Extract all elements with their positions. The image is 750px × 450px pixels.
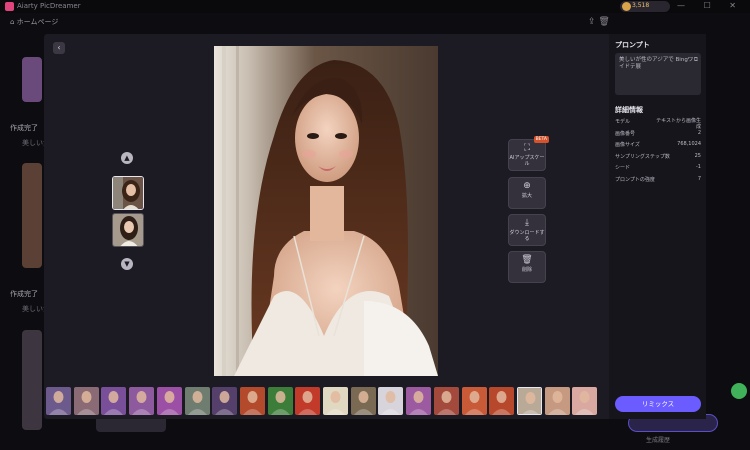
bg-history-link[interactable]: 生成履歴 — [646, 435, 670, 444]
prompt-box: 美しいが性のアジアで Bingワイドテ展 ⧉ — [615, 53, 701, 95]
filmstrip-thumbnail[interactable] — [433, 387, 459, 415]
prompt-heading: プロンプト — [615, 41, 650, 49]
ai-upscale-button[interactable]: BETA ⛶ AIアップスケール — [508, 136, 549, 171]
detail-value: 2 — [697, 129, 701, 136]
details-heading: 詳細情報 — [615, 106, 643, 114]
filmstrip-thumbnail[interactable] — [516, 387, 542, 415]
app-logo — [5, 2, 14, 11]
filmstrip — [44, 384, 606, 419]
details-panel: プロンプト 美しいが性のアジアで Bingワイドテ展 ⧉ 詳細情報 モデル テキス… — [609, 34, 706, 419]
filmstrip-thumbnail[interactable] — [267, 387, 293, 415]
beta-badge: BETA — [533, 136, 549, 143]
detail-row: シード -1 — [615, 164, 701, 174]
filmstrip-thumbnail[interactable] — [156, 387, 182, 415]
detail-row: 画像番号 2 — [615, 130, 701, 140]
next-image-button[interactable]: ▼ — [121, 258, 133, 270]
zoom-in-icon: ⊕ — [523, 181, 531, 191]
app-title: Aiarty PicDreamer — [17, 2, 81, 10]
filmstrip-thumbnail[interactable] — [129, 387, 155, 415]
detail-value: 7 — [697, 175, 701, 182]
detail-row: 画像サイズ 768,1024 — [615, 141, 701, 151]
filmstrip-thumbnail[interactable] — [295, 387, 321, 415]
detail-value: 768,1024 — [677, 141, 701, 147]
tray-icons[interactable]: ⇪ 🗑 — [588, 17, 610, 27]
detail-key: モデル — [615, 119, 631, 125]
variant-thumbnail-1[interactable] — [112, 176, 144, 210]
filmstrip-thumbnail[interactable] — [378, 387, 404, 415]
bg-card — [22, 163, 42, 268]
trash-icon: 🗑 — [521, 255, 533, 265]
detail-key: 画像サイズ — [615, 142, 640, 148]
bg-section-title: 作成完了 — [10, 290, 38, 298]
home-label: ホームページ — [16, 18, 59, 26]
filmstrip-thumbnail[interactable] — [46, 387, 71, 415]
bg-card — [22, 330, 42, 430]
detail-value: 25 — [694, 152, 701, 159]
credits-badge[interactable]: 3,518 — [620, 1, 670, 12]
filmstrip-thumbnail[interactable] — [323, 387, 348, 415]
filmstrip-thumbnail[interactable] — [184, 387, 210, 415]
remix-button[interactable]: リミックス — [615, 396, 701, 412]
previous-image-button[interactable]: ▲ — [121, 152, 133, 164]
detail-value: -1 — [696, 164, 701, 170]
assistant-float-button[interactable] — [731, 383, 747, 399]
prompt-text: 美しいが性のアジアで Bingワイドテ展 — [619, 57, 694, 70]
detail-key: プロンプトの強度 — [615, 176, 655, 183]
home-breadcrumb[interactable]: ⌂ ホームページ — [10, 17, 58, 27]
chevron-up-icon: ▲ — [124, 154, 130, 162]
copy-icon[interactable]: ⧉ — [694, 56, 698, 63]
tool-label: ダウンロードする — [509, 230, 545, 242]
back-button[interactable]: ‹ — [53, 42, 65, 54]
main-image — [214, 46, 438, 376]
filmstrip-thumbnail[interactable] — [406, 387, 432, 415]
zoom-button[interactable]: ⊕ 拡大 — [508, 177, 546, 209]
download-button[interactable]: ⤓ ダウンロードする — [508, 214, 546, 246]
filmstrip-thumbnail[interactable] — [101, 387, 127, 415]
download-icon: ⤓ — [525, 218, 529, 228]
filmstrip-thumbnail[interactable] — [572, 387, 598, 415]
image-viewer-modal: ‹ ▲ ▼ BETA ⛶ AIアップスケール ⊕ 拡大 ⤓ ダウンロードする 🗑… — [44, 34, 706, 419]
window-controls[interactable]: — ☐ ✕ — [677, 1, 744, 10]
filmstrip-thumbnail[interactable] — [239, 387, 265, 415]
delete-button[interactable]: 🗑 削除 — [508, 251, 546, 283]
detail-key: シード — [615, 165, 631, 171]
filmstrip-thumbnail[interactable] — [212, 387, 238, 415]
chevron-left-icon: ‹ — [57, 43, 61, 52]
app-titlebar: Aiarty PicDreamer 3,518 — ☐ ✕ — [0, 0, 750, 13]
detail-row: サンプリングステップ数 25 — [615, 153, 701, 163]
filmstrip-thumbnail[interactable] — [350, 387, 376, 415]
upscale-icon: ⛶ — [523, 143, 531, 153]
chevron-down-icon: ▼ — [124, 260, 130, 268]
detail-row: プロンプトの強度 7 — [615, 176, 701, 186]
bg-section-title: 作成完了 — [10, 124, 38, 132]
tool-label: 削除 — [521, 267, 532, 273]
filmstrip-thumbnail[interactable] — [489, 387, 515, 415]
detail-row: モデル テキストから画像生成 — [615, 118, 701, 130]
filmstrip-thumbnail[interactable] — [73, 387, 99, 415]
detail-value: テキストから画像生成 — [656, 118, 701, 130]
filmstrip-thumbnail[interactable] — [461, 387, 487, 415]
tool-label: AIアップスケール — [509, 155, 545, 167]
variant-thumbnail-2[interactable] — [112, 213, 144, 247]
filmstrip-thumbnail[interactable] — [544, 387, 570, 415]
tool-label: 拡大 — [521, 193, 532, 199]
detail-key: 画像番号 — [615, 130, 636, 137]
bg-card — [22, 57, 42, 102]
